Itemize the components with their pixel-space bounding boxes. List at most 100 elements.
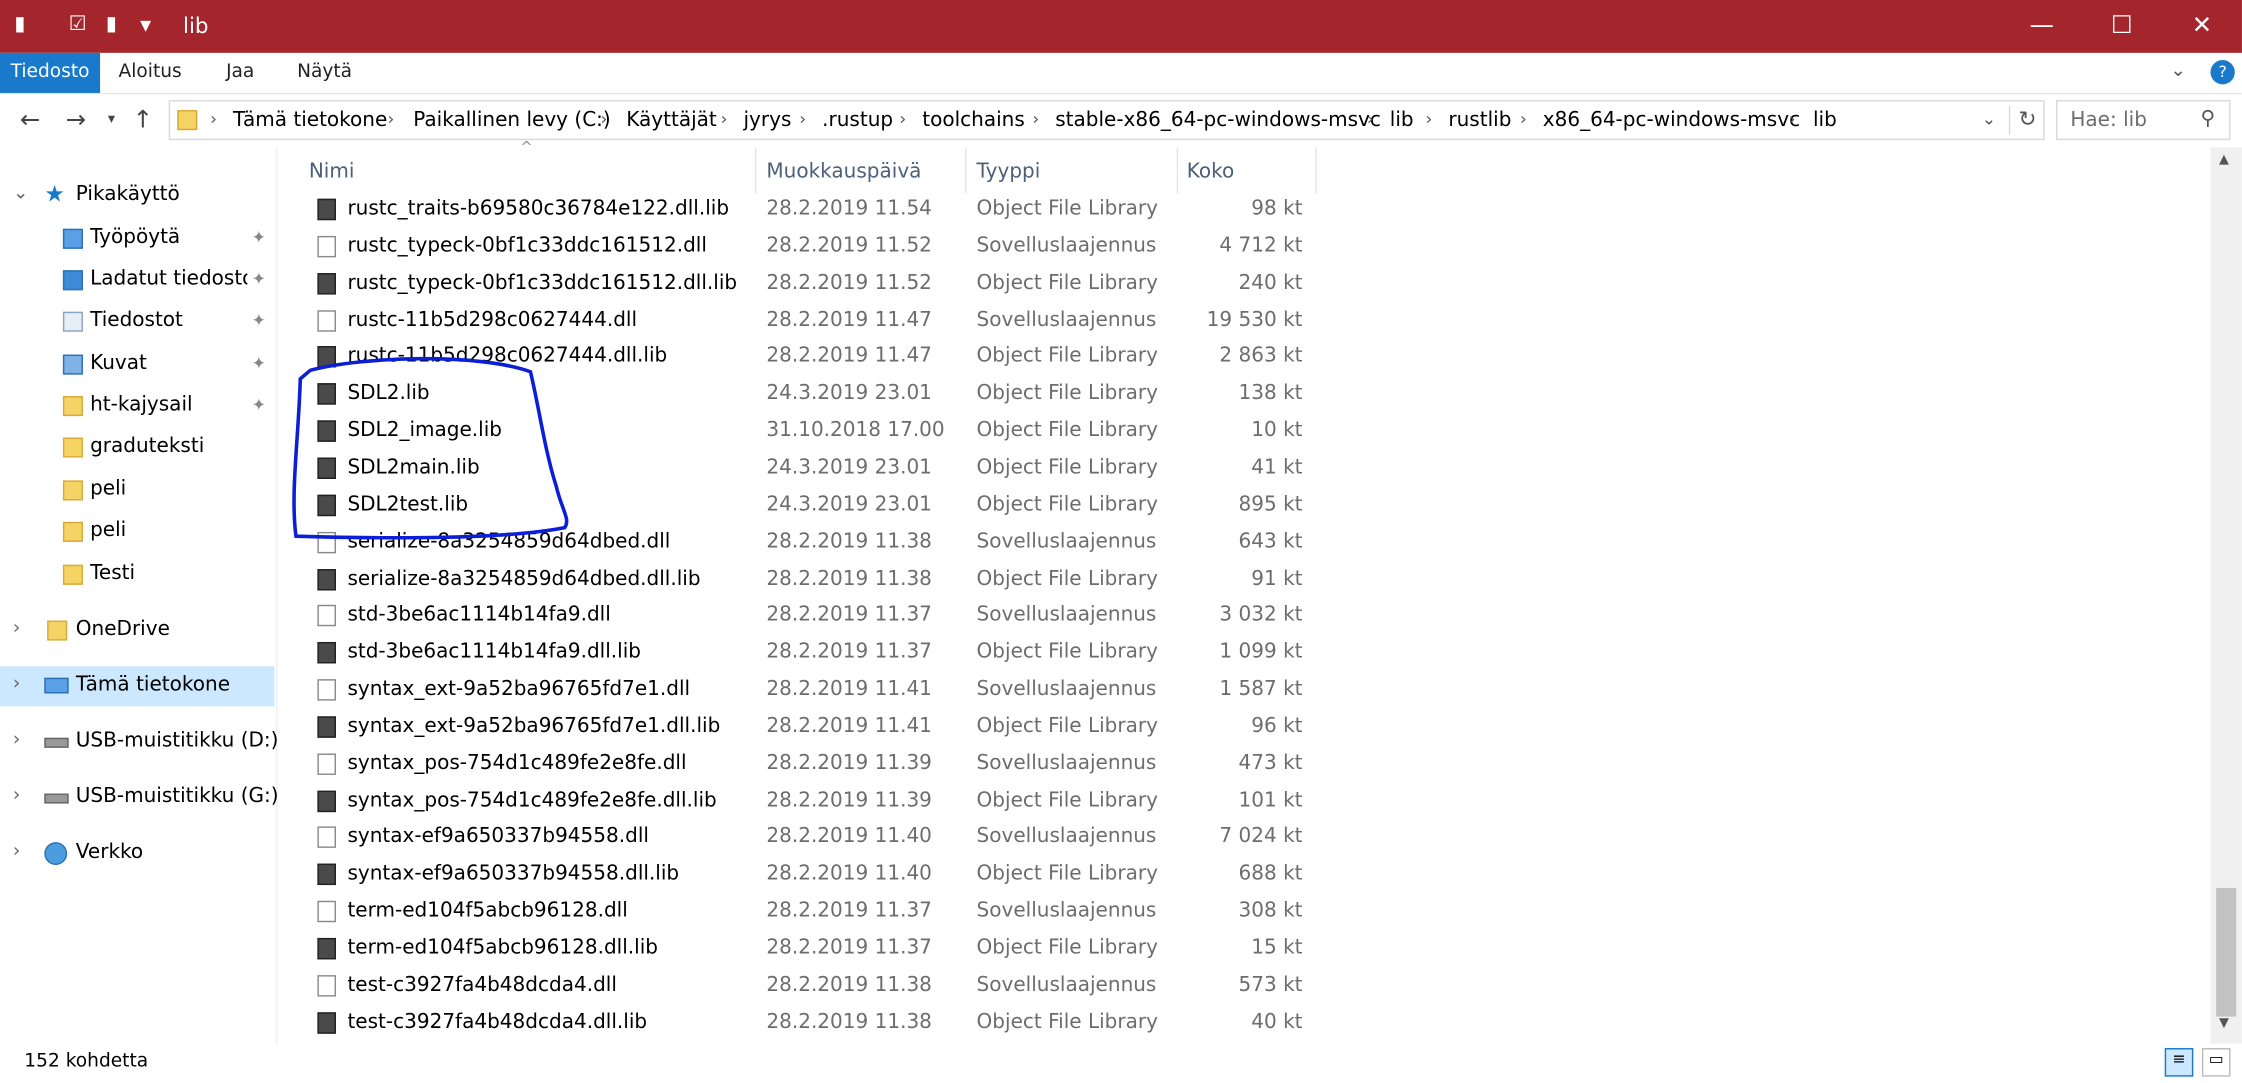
recent-locations-icon[interactable]: ▾ [94,103,128,137]
nav-item-graduteksti[interactable]: graduteksti [0,428,275,468]
nav-item-peli-2[interactable]: peli [0,512,275,552]
breadcrumb-toolchains[interactable]: toolchains [922,109,1025,132]
ribbon-tabs: Tiedosto Aloitus Jaa Näytä ⌄ ? [0,52,2242,95]
file-row[interactable]: std-3be6ac1114b14fa9.dll 28.2.2019 11.37 S… [306,598,1315,635]
column-name[interactable]: Nimi [309,160,355,183]
back-icon[interactable]: ← [13,103,47,137]
file-type: Object File Library [976,271,1158,295]
column-divider[interactable] [965,147,967,194]
vertical-scrollbar[interactable]: ▲ ▼ [2210,147,2242,1044]
nav-item-pictures[interactable]: Kuvat ✦ [0,345,275,385]
nav-network[interactable]: › Verkko [0,834,275,874]
file-row[interactable]: rustc_traits-b69580c36784e122.dll.lib 28.… [306,192,1315,229]
chevron-right-icon[interactable]: › [13,673,20,694]
breadcrumb-lib[interactable]: lib [1390,109,1414,132]
file-row[interactable]: syntax_ext-9a52ba96765fd7e1.dll.lib 28.2.… [306,709,1315,746]
file-row[interactable]: syntax_ext-9a52ba96765fd7e1.dll 28.2.2019… [306,672,1315,709]
nav-item-ht-kajysail[interactable]: ht-kajysail ✦ [0,386,275,426]
scroll-down-icon[interactable]: ▼ [2219,1017,2229,1031]
chevron-right-icon[interactable]: › [13,618,20,639]
chevron-down-icon[interactable]: ⌄ [13,183,29,204]
breadcrumb-jyrys[interactable]: jyrys [743,109,791,132]
help-icon[interactable]: ? [2210,60,2235,85]
column-type[interactable]: Tyyppi [977,160,1041,183]
nav-item-documents[interactable]: Tiedostot ✦ [0,302,275,342]
pin-icon[interactable]: ✦ [252,395,266,415]
nav-quick-access[interactable]: ⌄ ★ Pikakäyttö [0,176,275,216]
properties-icon[interactable]: ☑ [69,13,87,36]
column-divider[interactable] [754,147,757,194]
large-icons-view-icon[interactable]: ▭ [2201,1048,2231,1077]
pin-icon[interactable]: ✦ [252,227,266,247]
search-box[interactable]: Hae: lib ⚲ [2056,100,2231,141]
nav-item-peli[interactable]: peli [0,470,275,510]
breadcrumb-this-pc[interactable]: Tämä tietokone [233,109,387,132]
pin-icon[interactable]: ✦ [252,310,266,330]
chevron-right-icon[interactable]: › [13,729,20,750]
pin-icon[interactable]: ✦ [252,353,266,373]
file-size: 101 kt [1238,788,1303,812]
breadcrumb-target[interactable]: x86_64-pc-windows-msvc [1543,109,1800,132]
nav-label: Tiedostot [90,308,183,332]
nav-item-desktop[interactable]: Työpöytä ✦ [0,219,275,259]
file-row[interactable]: rustc-11b5d298c0627444.dll 28.2.2019 11.4… [306,302,1315,339]
chevron-right-icon[interactable]: › [13,841,20,862]
file-row[interactable]: term-ed104f5abcb96128.dll.lib 28.2.2019 1… [306,931,1315,968]
file-row[interactable]: syntax-ef9a650337b94558.dll 28.2.2019 11.… [306,820,1315,857]
scrollbar-thumb[interactable] [2216,887,2237,1017]
address-box[interactable]: › Tämä tietokone › Paikallinen levy (C:)… [168,100,2045,141]
column-size[interactable]: Koko [1187,160,1235,183]
file-row[interactable]: std-3be6ac1114b14fa9.dll.lib 28.2.2019 11… [306,635,1315,672]
tab-share[interactable]: Jaa [214,53,265,93]
file-row[interactable]: term-ed104f5abcb96128.dll 28.2.2019 11.37… [306,894,1315,931]
file-name: serialize-8a3254859d64dbed.dll.lib [347,566,701,590]
tab-home[interactable]: Aloitus [109,53,192,93]
forward-icon[interactable]: → [59,103,93,137]
refresh-icon[interactable]: ↻ [2008,105,2045,135]
tab-file[interactable]: Tiedosto [0,52,101,93]
file-name: term-ed104f5abcb96128.dll.lib [347,936,658,960]
file-row[interactable]: syntax_pos-754d1c489fe2e8fe.dll 28.2.2019… [306,746,1315,783]
nav-label: Työpöytä [90,225,181,249]
file-name: test-c3927fa4b48dcda4.dll.lib [347,1010,648,1034]
column-divider[interactable] [1176,147,1179,194]
tab-view[interactable]: Näytä [286,53,363,93]
nav-item-testi[interactable]: Testi [0,555,275,595]
breadcrumb-rustup[interactable]: .rustup [822,109,893,132]
nav-label: ht-kajysail [90,393,193,417]
nav-usb-g[interactable]: › USB-muistitikku (G:) [0,778,279,818]
nav-usb-d[interactable]: › USB-muistitikku (D:) [0,722,279,762]
nav-label: Kuvat [90,351,147,375]
details-view-icon[interactable]: ≡ [2164,1048,2194,1077]
pin-icon[interactable]: ✦ [252,269,266,289]
file-row[interactable]: syntax_pos-754d1c489fe2e8fe.dll.lib 28.2.… [306,783,1315,820]
chevron-right-icon[interactable]: › [13,785,20,806]
maximize-button[interactable]: ☐ [2082,0,2162,53]
expand-ribbon-icon[interactable]: ⌄ [2170,60,2186,81]
breadcrumb-local-disk[interactable]: Paikallinen levy (C:) [413,109,611,132]
file-row[interactable]: rustc_typeck-0bf1c33ddc161512.dll.lib 28.… [306,265,1315,302]
close-button[interactable]: ✕ [2162,0,2242,53]
file-size: 1 099 kt [1219,640,1303,664]
address-dropdown-icon[interactable]: ⌄ [1982,109,1996,129]
scroll-up-icon[interactable]: ▲ [2219,153,2229,167]
minimize-button[interactable]: — [2002,0,2082,53]
breadcrumb-lib-current[interactable]: lib [1813,109,1837,132]
file-row[interactable]: rustc_typeck-0bf1c33ddc161512.dll 28.2.20… [306,229,1315,266]
breadcrumb-rustlib[interactable]: rustlib [1448,109,1511,132]
column-modified[interactable]: Muokkauspäivä [766,160,921,183]
column-divider[interactable] [1315,147,1317,194]
breadcrumb-stable[interactable]: stable-x86_64-pc-windows-msvc [1055,109,1381,132]
file-row[interactable]: syntax-ef9a650337b94558.dll.lib 28.2.2019… [306,857,1315,894]
nav-onedrive[interactable]: › OneDrive [0,611,275,651]
nav-item-downloads[interactable]: Ladatut tiedostot ✦ [0,260,275,300]
customize-toolbar-icon[interactable]: ▼ [140,19,151,35]
breadcrumb-users[interactable]: Käyttäjät [626,109,717,132]
navigation-pane: ⌄ ★ Pikakäyttö Työpöytä ✦ Ladatut tiedos… [0,147,279,1044]
nav-this-pc[interactable]: › Tämä tietokone [0,666,275,707]
up-icon[interactable]: ↑ [126,103,160,137]
file-row[interactable]: test-c3927fa4b48dcda4.dll.lib 28.2.2019 1… [306,1005,1315,1042]
file-row[interactable]: test-c3927fa4b48dcda4.dll 28.2.2019 11.38… [306,968,1315,1005]
new-folder-icon[interactable]: ▮ [106,13,117,36]
file-row[interactable]: serialize-8a3254859d64dbed.dll.lib 28.2.2… [306,561,1315,598]
